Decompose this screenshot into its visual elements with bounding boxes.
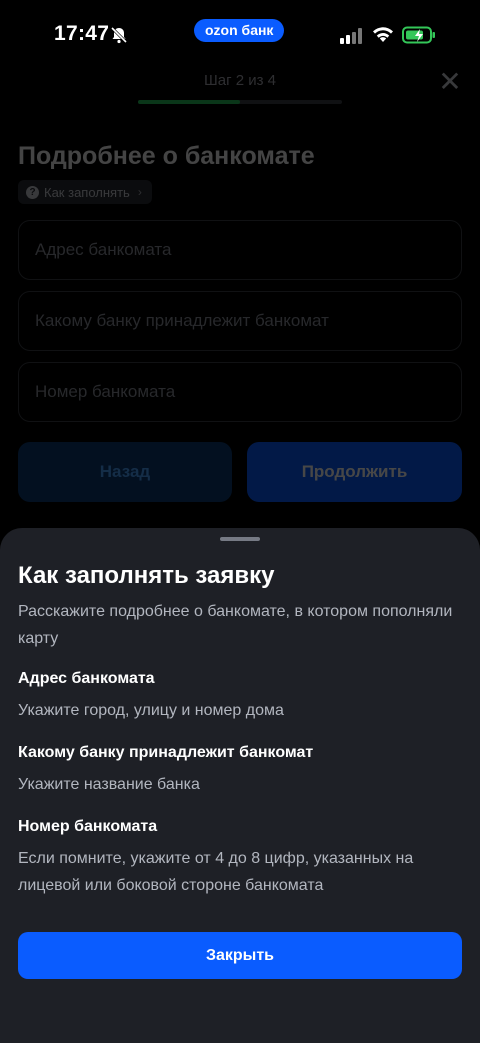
atm-bank-field[interactable]: Какому банку принадлежит банкомат bbox=[18, 291, 462, 351]
wifi-icon bbox=[373, 27, 393, 42]
section-title-address: Адрес банкомата bbox=[18, 670, 155, 687]
section-title-number: Номер банкомата bbox=[18, 818, 158, 835]
close-icon[interactable]: ✕ bbox=[438, 68, 462, 96]
continue-button[interactable]: Продолжить bbox=[247, 442, 462, 502]
atm-address-field[interactable]: Адрес банкомата bbox=[18, 220, 462, 280]
step-progress-bar bbox=[138, 100, 342, 104]
sheet-title: Как заполнять заявку bbox=[18, 562, 275, 589]
section-title-bank: Какому банку принадлежит банкомат bbox=[18, 744, 314, 761]
question-icon: ? bbox=[26, 185, 39, 199]
section-text-number: Если помните, укажите от 4 до 8 цифр, ук… bbox=[18, 850, 414, 894]
sheet-description: Расскажите подробнее о банкомате, в кото… bbox=[18, 603, 453, 647]
back-button[interactable]: Назад bbox=[18, 442, 232, 502]
section-text-bank: Укажите название банка bbox=[18, 776, 200, 793]
how-to-fill-link[interactable]: ? Как заполнять › bbox=[18, 180, 152, 204]
status-time: 17:47 bbox=[54, 22, 110, 45]
chevron-right-icon: › bbox=[137, 185, 142, 199]
how-to-fill-label: Как заполнять bbox=[44, 184, 130, 200]
battery-charging-icon bbox=[402, 26, 435, 44]
sheet-grabber[interactable] bbox=[220, 537, 260, 541]
bell-slash-icon bbox=[110, 26, 128, 44]
section-text-address: Укажите город, улицу и номер дома bbox=[18, 702, 284, 719]
step-progress-fill bbox=[138, 100, 240, 104]
atm-number-field[interactable]: Номер банкомата bbox=[18, 362, 462, 422]
atm-details-form: Шаг 2 из 4 ✕ Подробнее о банкомате ? Как… bbox=[0, 60, 480, 540]
how-to-fill-sheet: Как заполнять заявку Расскажите подробне… bbox=[0, 528, 480, 1043]
close-button[interactable]: Закрыть bbox=[18, 932, 462, 979]
step-indicator: Шаг 2 из 4 bbox=[203, 72, 276, 89]
ozon-bank-badge: ozon банк bbox=[194, 19, 285, 42]
cellular-signal-icon bbox=[340, 28, 362, 44]
page-title: Подробнее о банкомате bbox=[18, 142, 315, 170]
